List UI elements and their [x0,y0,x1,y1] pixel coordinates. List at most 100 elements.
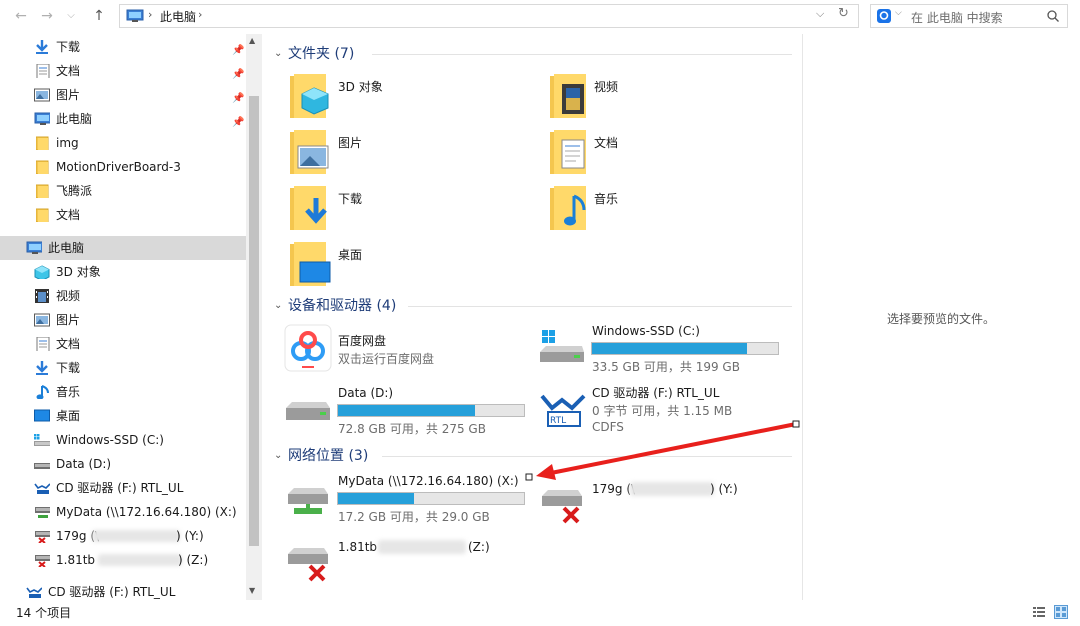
chevron-down-icon: ⌄ [274,450,283,461]
top-bar: ← → ⌵ ↑ › 此电脑 › ⌵ ↻ ⌵ 在 此电脑 中搜索 [0,0,1080,34]
status-bar: 14 个项目 [0,600,1080,626]
sidebar-item-windows-ssd[interactable]: Windows-SSD (C:) [0,428,246,452]
network-tile-181tb[interactable]: 1.81tb (Z:) [284,536,534,586]
sidebar-item-data-drive[interactable]: Data (D:) [0,452,246,476]
sidebar-item-cd-drive-root[interactable]: CD 驱动器 (F:) RTL_UL [0,580,246,600]
network-tile-179g[interactable]: 179g (\ ) (Y:) [538,478,788,528]
back-button[interactable]: ← [12,6,30,26]
cd-drive-icon [26,587,42,598]
address-bar[interactable]: › 此电脑 › ⌵ ↻ [119,4,859,28]
computer-icon [126,9,144,22]
folder-tile-documents[interactable]: 文档 [548,128,778,182]
details-view-icon[interactable] [1032,605,1046,619]
cd-drive-icon [34,483,50,494]
scroll-up-icon[interactable]: ▲ [249,36,255,45]
folder-tile-videos[interactable]: 视频 [548,72,778,126]
sidebar-item-pictures[interactable]: 图片 📌 [0,83,246,107]
sidebar-item-pictures-pc[interactable]: 图片 [0,308,246,332]
downloads-folder-icon [290,186,327,230]
device-name: 179g (\ [592,482,636,496]
drive-icon [286,402,330,420]
sidebar-item-this-pc-quick[interactable]: 此电脑 📌 [0,107,246,131]
folder-label: 视频 [594,80,619,94]
search-icon[interactable] [1047,10,1059,22]
folder-tile-downloads[interactable]: 下载 [288,184,518,238]
sidebar-item-label: 下载 [56,40,81,54]
folder-tile-music[interactable]: 音乐 [548,184,778,238]
preview-placeholder: 选择要预览的文件。 [887,312,996,326]
sidebar-item-label: CD 驱动器 (F:) RTL_UL [56,481,184,495]
sidebar-item-documents-pc[interactable]: 文档 [0,332,246,356]
sidebar-scrollbar[interactable]: ▲ ▼ [246,34,262,600]
3d-objects-icon [34,265,50,279]
sidebar-item-label: 1.81tb [56,553,96,567]
tiles-view-icon[interactable] [1054,605,1068,619]
breadcrumb-this-pc[interactable]: 此电脑 [160,8,196,25]
sidebar-item-downloads-pc[interactable]: 下载 [0,356,246,380]
recent-dropdown-button[interactable]: ⌵ [62,6,80,26]
folder-label: 桌面 [338,248,363,262]
device-tile-windows-ssd[interactable]: Windows-SSD (C:) 33.5 GB 可用，共 199 GB [538,324,788,374]
computer-icon [26,241,42,254]
folder-icon [36,184,49,198]
device-name-suffix: (Z:) [468,540,490,554]
device-name-suffix: ) (Y:) [710,482,738,496]
sidebar-item-179g[interactable]: 179g (\ ) (Y:) [0,524,246,548]
sidebar-item-label: MotionDriverBoard-3 [56,160,181,174]
download-icon [36,40,48,54]
sidebar-item-docs-folder[interactable]: 文档 [0,203,246,227]
scrollbar-thumb[interactable] [249,96,259,546]
sidebar-item-label: 下载 [56,361,81,375]
sidebar-item-3d-objects[interactable]: 3D 对象 [0,260,246,284]
drive-usage-bar [337,492,525,505]
network-drive-disconnected-icon [288,548,328,582]
sidebar-item-img[interactable]: img [0,131,246,155]
device-subtitle: 0 字节 可用，共 1.15 MB [592,404,733,418]
search-box[interactable]: ⌵ 在 此电脑 中搜索 [870,4,1068,28]
network-tile-mydata[interactable]: MyData (\\172.16.64.180) (X:) 17.2 GB 可用… [284,472,534,526]
sidebar-item-downloads[interactable]: 下载 📌 [0,35,246,59]
sidebar-item-this-pc[interactable]: 此电脑 [0,236,246,260]
sidebar-item-label-suffix: ) (Y:) [176,529,204,543]
redacted-text [98,554,182,566]
device-tile-data-drive[interactable]: Data (D:) 72.8 GB 可用，共 275 GB [284,384,534,436]
device-name: Windows-SSD (C:) [592,324,700,338]
search-dropdown-icon[interactable]: ⌵ [895,8,902,18]
sidebar-item-music[interactable]: 音乐 [0,380,246,404]
baidu-netdisk-icon [284,324,332,372]
network-drive-disconnected-icon [35,531,50,543]
sidebar-item-cd-drive[interactable]: CD 驱动器 (F:) RTL_UL [0,476,246,500]
refresh-icon[interactable]: ↻ [838,6,849,21]
cd-drive-icon: RTL [540,394,586,427]
address-dropdown-icon[interactable]: ⌵ [816,7,824,21]
sidebar-item-documents[interactable]: 文档 📌 [0,59,246,83]
sidebar-item-181tb[interactable]: 1.81tb ) (Z:) [0,548,246,572]
forward-button[interactable]: → [38,6,56,26]
folder-tile-3d-objects[interactable]: 3D 对象 [288,72,518,126]
device-tile-cd-drive[interactable]: RTL CD 驱动器 (F:) RTL_UL 0 字节 可用，共 1.15 MB… [538,384,788,438]
sidebar-item-videos[interactable]: 视频 [0,284,246,308]
scroll-down-icon[interactable]: ▼ [249,586,255,595]
sidebar-item-label: 文档 [56,64,81,78]
redacted-text [92,530,180,542]
folder-tile-pictures[interactable]: 图片 [288,128,518,182]
sidebar-item-mydata[interactable]: MyData (\\172.16.64.180) (X:) [0,500,246,524]
ssd-drive-icon [540,330,584,362]
sidebar-item-desktop[interactable]: 桌面 [0,404,246,428]
folder-tile-desktop[interactable]: 桌面 [288,240,518,294]
sidebar-item-motiondriverboard[interactable]: MotionDriverBoard-3 [0,155,246,179]
sidebar-item-label: 视频 [56,289,81,303]
chevron-down-icon: ⌄ [274,48,283,59]
up-button[interactable]: ↑ [90,6,108,26]
sidebar-item-label: 桌面 [56,409,81,423]
device-tile-baidu-netdisk[interactable]: 百度网盘 双击运行百度网盘 [284,324,524,374]
sidebar-item-label: 图片 [56,313,81,327]
download-icon [36,361,48,375]
item-count: 14 个项目 [16,606,72,620]
folder-label: 下载 [338,192,363,206]
device-name: 百度网盘 [338,334,387,348]
sidebar-item-feitengpai[interactable]: 飞腾派 [0,179,246,203]
desktop-folder-icon [290,242,331,286]
navigation-pane: 下载 📌 文档 📌 图片 📌 此电脑 📌 img MotionDriverBoa… [0,34,262,600]
drive-usage-fill [592,343,747,354]
